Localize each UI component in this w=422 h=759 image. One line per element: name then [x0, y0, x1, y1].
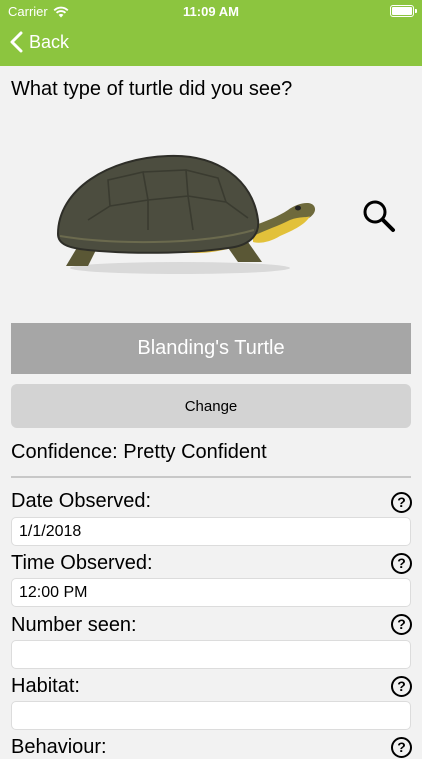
back-button[interactable]: Back	[10, 31, 69, 53]
date-help-icon[interactable]: ?	[391, 492, 412, 513]
change-species-button[interactable]: Change	[11, 384, 411, 428]
confidence-label: Confidence: Pretty Confident	[11, 441, 267, 463]
question-heading: What type of turtle did you see?	[11, 78, 293, 100]
date-observed-value: 1/1/2018	[19, 522, 82, 540]
change-label: Change	[184, 397, 238, 415]
battery-icon	[390, 5, 417, 17]
chevron-left-icon	[10, 31, 23, 53]
date-observed-label: Date Observed:	[11, 490, 152, 512]
number-seen-label: Number seen:	[11, 614, 137, 636]
time-observed-label: Time Observed:	[11, 552, 153, 574]
number-seen-field[interactable]	[11, 640, 411, 669]
number-help-icon[interactable]: ?	[391, 614, 412, 635]
turtle-image	[56, 154, 316, 274]
behaviour-help-icon[interactable]: ?	[391, 737, 412, 758]
divider	[11, 476, 411, 478]
habitat-label: Habitat:	[11, 675, 80, 697]
time-observed-field[interactable]: 12:00 PM	[11, 578, 411, 607]
search-icon[interactable]	[362, 199, 396, 233]
date-observed-field[interactable]: 1/1/2018	[11, 517, 411, 546]
navigation-bar: Back	[0, 22, 422, 66]
time-help-icon[interactable]: ?	[391, 553, 412, 574]
status-bar: Carrier 11:09 AM	[0, 0, 422, 22]
back-label: Back	[29, 31, 70, 52]
species-name-banner: Blanding's Turtle	[11, 323, 411, 374]
behaviour-label: Behaviour:	[11, 736, 107, 758]
habitat-help-icon[interactable]: ?	[391, 676, 412, 697]
species-name: Blanding's Turtle	[137, 337, 285, 359]
habitat-field[interactable]	[11, 701, 411, 730]
clock: 11:09 AM	[183, 4, 239, 19]
time-observed-value: 12:00 PM	[19, 583, 88, 601]
